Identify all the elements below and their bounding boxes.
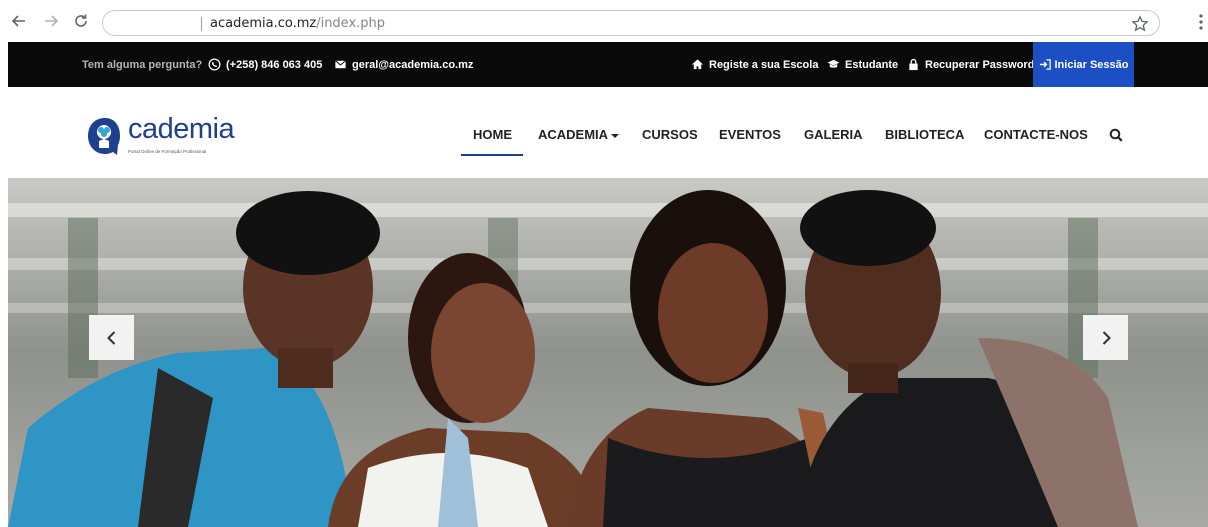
chevron-right-icon — [1102, 330, 1111, 345]
recover-password-link[interactable]: Recuperar Password — [907, 42, 1034, 87]
recover-password-label: Recuperar Password — [925, 58, 1035, 71]
main-navigation: HOME ACADEMIA CURSOS EVENTOS GALERIA BIB… — [8, 87, 1208, 179]
reload-button[interactable] — [70, 10, 92, 32]
register-school-link[interactable]: Registe a sua Escola — [691, 42, 818, 87]
student-label: Estudante — [845, 58, 899, 71]
site-header: cademia Portal Online de Formação Profis… — [8, 87, 1208, 179]
address-bar[interactable]: academia.co.mz/index.php — [102, 10, 1160, 36]
login-label: Iniciar Sessão — [1054, 58, 1129, 71]
caret-down-icon — [611, 133, 620, 138]
address-divider — [201, 17, 202, 31]
phone-number: (+258) 846 063 405 — [226, 58, 323, 71]
email-address: geral@academia.co.mz — [352, 58, 474, 71]
sign-in-icon — [1039, 59, 1051, 70]
back-button[interactable] — [8, 10, 30, 32]
login-button[interactable]: Iniciar Sessão — [1033, 42, 1134, 87]
student-link[interactable]: Estudante — [827, 42, 898, 87]
chevron-left-icon — [106, 330, 115, 345]
nav-galeria[interactable]: GALERIA — [804, 127, 863, 142]
back-arrow-icon — [11, 15, 25, 27]
nav-academia-label: ACADEMIA — [538, 127, 609, 142]
question-text: Tem alguma pergunta? — [82, 58, 203, 71]
lock-icon — [909, 58, 918, 71]
nav-cursos[interactable]: CURSOS — [642, 127, 698, 142]
search-icon[interactable] — [1109, 128, 1123, 142]
whatsapp-icon — [208, 58, 221, 71]
top-info-bar: Tem alguma pergunta? (+258) 846 063 405 … — [8, 42, 1208, 87]
browser-menu-icon[interactable] — [1196, 12, 1206, 32]
nav-eventos[interactable]: EVENTOS — [719, 127, 781, 142]
nav-contacte-nos[interactable]: CONTACTE-NOS — [984, 127, 1088, 142]
slider-next-button[interactable] — [1083, 315, 1128, 360]
url-path: /index.php — [316, 16, 386, 31]
forward-button[interactable] — [40, 10, 62, 32]
reload-icon — [75, 14, 87, 27]
browser-toolbar: academia.co.mz/index.php — [0, 0, 1208, 42]
students-smiling-photo — [8, 178, 1208, 527]
bookmark-star-icon[interactable] — [1131, 15, 1149, 33]
home-icon — [691, 59, 704, 70]
hero-slider — [8, 178, 1208, 527]
register-school-label: Registe a sua Escola — [709, 58, 819, 71]
email-link[interactable]: geral@academia.co.mz — [334, 42, 473, 87]
envelope-icon — [335, 60, 346, 69]
slider-prev-button[interactable] — [89, 315, 134, 360]
url-text: academia.co.mz/index.php — [210, 16, 385, 31]
forward-arrow-icon — [45, 15, 59, 27]
phone-link[interactable]: (+258) 846 063 405 — [208, 42, 322, 87]
nav-biblioteca[interactable]: BIBLIOTECA — [885, 127, 964, 142]
graduation-cap-icon — [827, 59, 840, 68]
nav-home[interactable]: HOME — [473, 127, 512, 142]
active-nav-indicator — [461, 154, 523, 156]
url-domain: academia.co.mz — [210, 16, 317, 31]
nav-academia[interactable]: ACADEMIA — [538, 127, 620, 142]
